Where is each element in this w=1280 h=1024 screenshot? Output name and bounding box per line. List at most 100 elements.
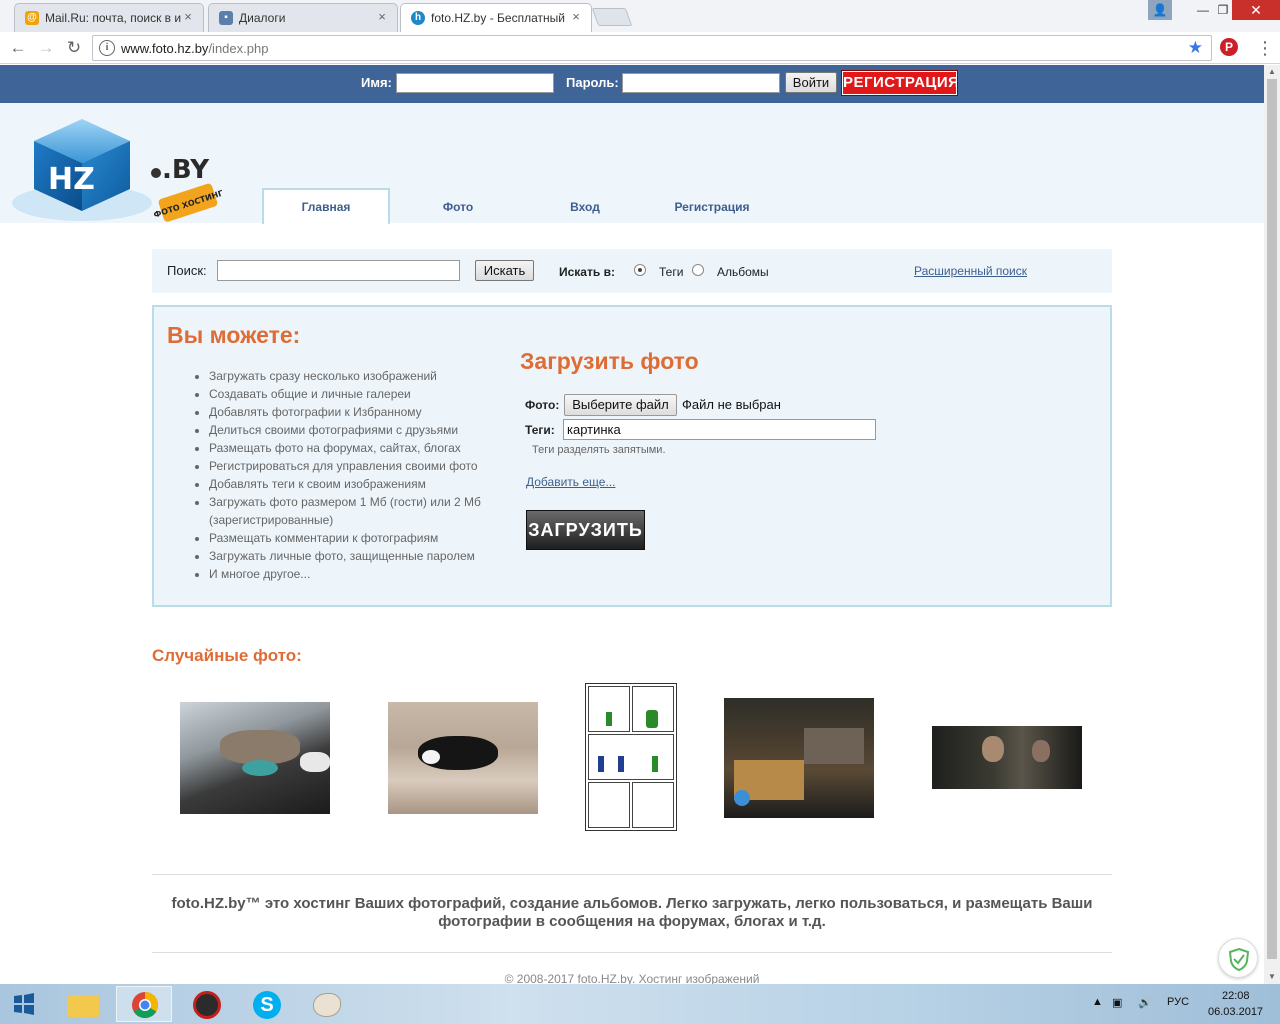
footer-divider-bottom <box>152 952 1112 953</box>
browser-menu-icon[interactable]: ⋮ <box>1256 38 1274 58</box>
advanced-search-link[interactable]: Расширенный поиск <box>914 264 1027 278</box>
copyright-text: © 2008-2017 foto.HZ.by. Хостинг изображе… <box>504 972 760 984</box>
login-bar: Имя: Пароль: Войти РЕГИСТРАЦИЯ <box>0 65 1264 103</box>
radio-tags[interactable] <box>634 264 646 276</box>
nav-tab-photos[interactable]: Фото <box>394 190 522 224</box>
scroll-up-icon[interactable]: ▲ <box>1267 67 1277 77</box>
taskbar-chrome[interactable] <box>116 986 172 1022</box>
tags-hint: Теги разделять запятыми. <box>532 444 666 456</box>
shield-icon[interactable] <box>1218 938 1258 978</box>
taskbar-paint[interactable] <box>302 986 352 1022</box>
reload-icon[interactable]: ↻ <box>64 38 84 58</box>
nav-tab-home[interactable]: Главная <box>262 188 390 224</box>
taskbar-file-explorer[interactable] <box>58 986 108 1022</box>
tray-expand-icon[interactable]: ▲ <box>1092 996 1103 1008</box>
nav-tab-register[interactable]: Регистрация <box>648 190 776 224</box>
windows-taskbar: S ▲ ▣ 🔊 РУС 22:08 06.03.2017 <box>0 984 1280 1024</box>
nav-tab-login[interactable]: Вход <box>521 190 649 224</box>
photo-label: Фото: <box>525 398 560 412</box>
bookmark-star-icon[interactable]: ★ <box>1188 38 1203 58</box>
pinterest-extension-icon[interactable]: P <box>1220 38 1238 56</box>
radio-tags-label: Теги <box>659 265 684 279</box>
tags-input[interactable] <box>563 419 876 440</box>
browser-tab-fotohz[interactable]: h foto.HZ.by - Бесплатный × <box>400 3 592 32</box>
list-item: Размещать комментарии к фотографиям <box>209 529 494 547</box>
browser-tab-mailru[interactable]: @ Mail.Ru: почта, поиск в и × <box>14 3 204 32</box>
volume-icon[interactable]: 🔊 <box>1138 996 1152 1009</box>
upload-panel: Вы можете: Загружать сразу несколько изо… <box>152 305 1112 607</box>
random-photo-cat-sofa[interactable] <box>388 702 538 814</box>
list-item: Загружать фото размером 1 Мб (гости) или… <box>209 493 494 529</box>
tab-close-icon[interactable]: × <box>181 10 195 24</box>
input-language[interactable]: РУС <box>1167 996 1189 1008</box>
user-profile-icon[interactable]: 👤 <box>1148 0 1172 20</box>
password-input[interactable] <box>622 73 780 93</box>
random-photos-title: Случайные фото: <box>152 646 302 665</box>
palette-icon <box>313 993 341 1017</box>
logo-letters: HZ <box>48 162 95 197</box>
info-icon[interactable]: i <box>99 40 115 56</box>
radio-albums[interactable] <box>692 264 704 276</box>
name-label: Имя: <box>361 75 392 90</box>
footer-divider-top <box>152 874 1112 875</box>
url-host: www.foto.hz.by <box>121 41 209 56</box>
browser-tabstrip: @ Mail.Ru: почта, поиск в и × ▪ Диалоги … <box>0 0 1280 32</box>
list-item: Размещать фото на форумах, сайтах, блога… <box>209 439 494 457</box>
register-button[interactable]: РЕГИСТРАЦИЯ <box>841 70 959 96</box>
tags-label: Теги: <box>525 423 555 437</box>
site-logo[interactable]: HZ .BY ФОТО ХОСТИНГ <box>12 103 232 223</box>
upload-submit-button[interactable]: ЗАГРУЗИТЬ <box>526 510 645 550</box>
random-photo-cat-bowl[interactable] <box>180 702 330 814</box>
list-item: Добавлять теги к своим изображениям <box>209 475 494 493</box>
logo-suffix: .BY <box>162 155 210 185</box>
features-title: Вы можете: <box>167 322 301 348</box>
network-icon[interactable]: ▣ <box>1112 996 1122 1009</box>
page-scrollbar[interactable]: ▲ ▼ <box>1264 65 1280 984</box>
login-button[interactable]: Войти <box>785 72 837 93</box>
add-more-link[interactable]: Добавить еще... <box>526 475 615 489</box>
taskbar-app-red[interactable] <box>182 986 232 1022</box>
browser-toolbar: ← → ↻ i www.foto.hz.by/index.php ★ P ⋮ <box>0 32 1280 64</box>
tab-title: Mail.Ru: почта, поиск в и <box>45 11 182 25</box>
tab-close-icon[interactable]: × <box>375 10 389 24</box>
features-list: Загружать сразу несколько изображений Со… <box>194 367 494 583</box>
search-bar: Поиск: Искать Искать в: Теги Альбомы Рас… <box>152 249 1112 293</box>
close-window-icon[interactable]: ✕ <box>1232 0 1280 20</box>
choose-file-button[interactable]: Выберите файл <box>564 394 677 416</box>
random-photo-game-screenshot[interactable] <box>724 698 874 818</box>
upload-title: Загрузить фото <box>520 348 699 374</box>
new-tab-button[interactable] <box>591 8 633 26</box>
tab-title: foto.HZ.by - Бесплатный <box>431 11 565 25</box>
url-path: /index.php <box>208 41 269 56</box>
scroll-down-icon[interactable]: ▼ <box>1267 972 1277 982</box>
scrollbar-thumb[interactable] <box>1267 79 1277 959</box>
list-item: Регистрироваться для управления своими ф… <box>209 457 494 475</box>
random-photo-comic[interactable] <box>585 683 677 831</box>
mailru-favicon-icon: @ <box>25 11 39 25</box>
folder-icon <box>67 995 99 1017</box>
tab-close-icon[interactable]: × <box>569 10 583 24</box>
address-bar[interactable]: i www.foto.hz.by/index.php ★ <box>92 35 1212 61</box>
search-button[interactable]: Искать <box>475 260 534 281</box>
no-file-text: Файл не выбран <box>682 397 781 412</box>
gear-icon <box>193 991 221 1019</box>
list-item: Создавать общие и личные галереи <box>209 385 494 403</box>
clock-date[interactable]: 06.03.2017 <box>1208 1006 1263 1018</box>
list-item: И многое другое... <box>209 565 494 583</box>
chrome-icon <box>132 991 159 1019</box>
random-photo-movie-still[interactable] <box>932 726 1082 789</box>
back-arrow-icon[interactable]: ← <box>8 38 28 58</box>
url-text[interactable]: www.foto.hz.by/index.php <box>121 41 268 56</box>
name-input[interactable] <box>396 73 554 93</box>
page-viewport: Имя: Пароль: Войти РЕГИСТРАЦИЯ HZ .BY ФО… <box>0 65 1264 984</box>
start-button[interactable] <box>0 986 48 1022</box>
chat-favicon-icon: ▪ <box>219 11 233 25</box>
search-input[interactable] <box>217 260 460 281</box>
list-item: Добавлять фотографии к Избранному <box>209 403 494 421</box>
windows-logo-icon <box>14 993 34 1015</box>
forward-arrow-icon[interactable]: → <box>36 38 56 58</box>
taskbar-skype[interactable]: S <box>242 986 292 1022</box>
browser-tab-dialogs[interactable]: ▪ Диалоги × <box>208 3 398 32</box>
clock-time[interactable]: 22:08 <box>1222 990 1250 1002</box>
search-label: Поиск: <box>167 263 207 278</box>
